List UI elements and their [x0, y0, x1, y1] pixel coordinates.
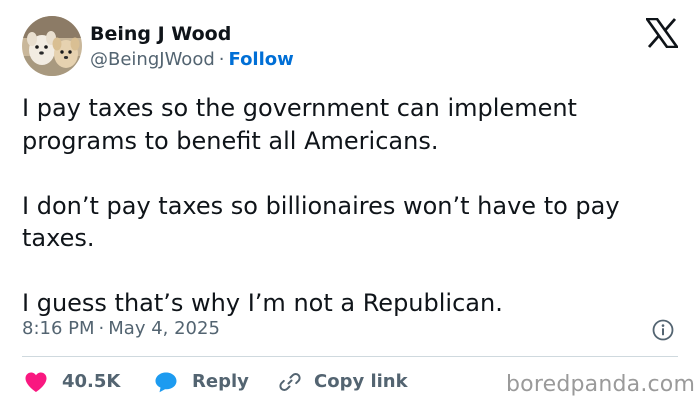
watermark: boredpanda.com	[506, 372, 696, 397]
tweet-paragraph: I pay taxes so the government can implem…	[22, 94, 577, 155]
timestamp-separator: ·	[98, 318, 105, 339]
display-name[interactable]: Being J Wood	[90, 22, 231, 46]
tweet-paragraph: I guess that’s why I’m not a Republican.	[22, 289, 503, 317]
tweet-text: I pay taxes so the government can implem…	[22, 92, 682, 320]
heart-icon	[25, 372, 47, 392]
follow-button[interactable]: Follow	[229, 49, 294, 70]
copy-link-button[interactable]: Copy link	[278, 368, 408, 396]
tweet-card: Being J Wood @BeingJWood · Follow I pay ta…	[0, 0, 700, 410]
tweet-time[interactable]: 8:16 PM	[22, 318, 95, 339]
reply-button[interactable]: Reply	[154, 368, 249, 396]
copy-link-label: Copy link	[314, 371, 408, 392]
avatar[interactable]	[22, 16, 82, 76]
like-count: 40.5K	[62, 371, 121, 392]
info-icon[interactable]	[652, 319, 674, 341]
author-handle-row: @BeingJWood · Follow	[90, 48, 294, 72]
author-handle[interactable]: @BeingJWood	[90, 49, 215, 70]
timestamp[interactable]: 8:16 PM · May 4, 2025	[22, 317, 220, 341]
like-button[interactable]: 40.5K	[24, 368, 120, 396]
reply-bubble-icon	[155, 372, 177, 393]
reply-label: Reply	[192, 371, 249, 392]
handle-separator: ·	[218, 49, 225, 70]
x-logo-icon[interactable]	[644, 17, 680, 49]
tweet-paragraph: I don’t pay taxes so billionaires won’t …	[22, 191, 620, 253]
dogs-avatar-icon	[22, 16, 82, 76]
divider	[22, 356, 678, 357]
tweet-date[interactable]: May 4, 2025	[108, 318, 220, 339]
link-icon	[279, 373, 301, 391]
